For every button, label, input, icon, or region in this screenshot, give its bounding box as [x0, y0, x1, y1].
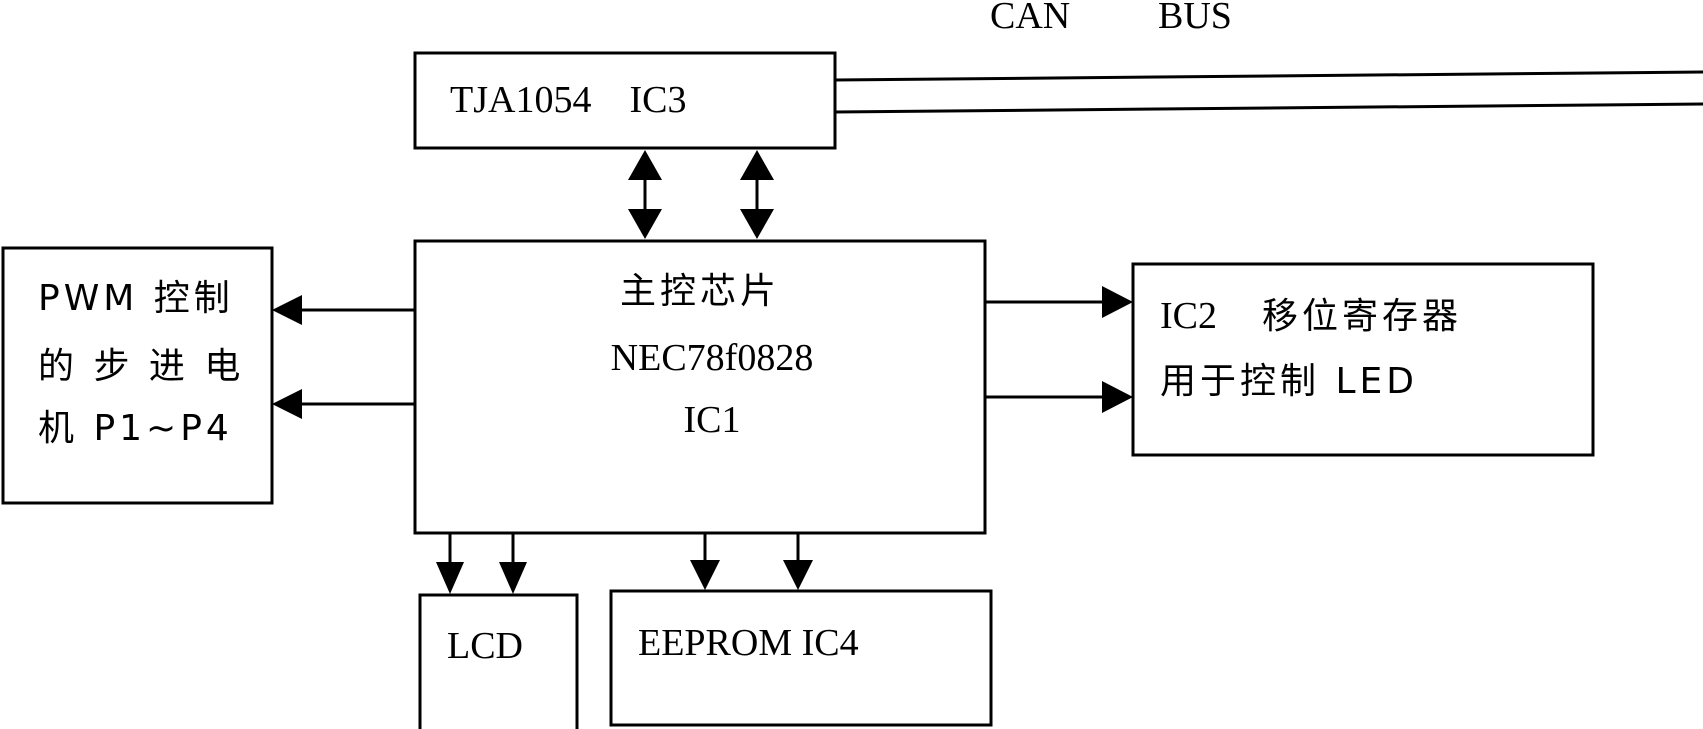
- can-low-line: [834, 102, 1703, 114]
- can-high-line: [834, 70, 1703, 82]
- can-bus-label-can: CAN: [990, 0, 1070, 37]
- motor-line-1: PWM 控制: [38, 278, 234, 319]
- arrow-down-icon: [783, 560, 813, 590]
- can-bus-label-bus: BUS: [1158, 0, 1232, 37]
- transceiver-block: TJA1054 IC3: [413, 51, 837, 150]
- shift-register-id: IC2: [1160, 295, 1217, 337]
- arrow-down-icon: [628, 209, 662, 239]
- lcd-block: LCD: [418, 593, 579, 729]
- arrow-to-motor-1: [272, 295, 415, 325]
- motor-line-2: 的 步 进 电: [38, 346, 244, 387]
- motor-block: PWM 控制 的 步 进 电 机 P1~P4: [1, 246, 274, 505]
- shift-register-box: [1131, 262, 1595, 457]
- arrow-left-icon: [272, 295, 302, 325]
- shift-register-title: 移位寄存器: [1262, 296, 1462, 337]
- arrow-to-lcd-1: [436, 533, 464, 594]
- arrow-down-icon: [436, 562, 464, 594]
- arrow-down-icon: [690, 560, 720, 590]
- arrow-right-icon: [1102, 286, 1133, 318]
- shift-register-desc: 用于控制 LED: [1160, 361, 1418, 402]
- arrow-left-icon: [272, 389, 302, 419]
- eeprom-label: EEPROM IC4: [638, 622, 859, 664]
- mcu-block: 主控芯片 NEC78f0828 IC1: [413, 239, 987, 535]
- arrow-to-eeprom-2: [783, 533, 813, 590]
- lcd-label: LCD: [447, 625, 523, 667]
- arrow-down-icon: [499, 562, 527, 594]
- arrow-to-eeprom-1: [690, 533, 720, 590]
- motor-line-3: 机 P1~P4: [38, 408, 233, 449]
- shift-register-block: IC2 移位寄存器 用于控制 LED: [1131, 262, 1595, 457]
- bidirectional-arrow-1: [628, 150, 662, 239]
- arrow-to-shift-register-2: [985, 381, 1133, 413]
- bidirectional-arrow-2: [740, 150, 774, 239]
- mcu-title: 主控芯片: [620, 271, 780, 312]
- eeprom-block: EEPROM IC4: [609, 589, 993, 727]
- arrow-up-icon: [740, 150, 774, 180]
- transceiver-label: TJA1054 IC3: [450, 79, 686, 121]
- mcu-model: NEC78f0828: [611, 337, 814, 379]
- arrow-right-icon: [1102, 381, 1133, 413]
- mcu-id: IC1: [684, 399, 741, 441]
- block-diagram: CAN BUS TJA1054 IC3 主控芯片 NEC78f0828 IC1 …: [1, 0, 1703, 729]
- arrow-to-shift-register-1: [985, 286, 1133, 318]
- arrow-down-icon: [740, 209, 774, 239]
- arrow-to-motor-2: [272, 389, 415, 419]
- arrow-to-lcd-2: [499, 533, 527, 594]
- arrow-up-icon: [628, 150, 662, 180]
